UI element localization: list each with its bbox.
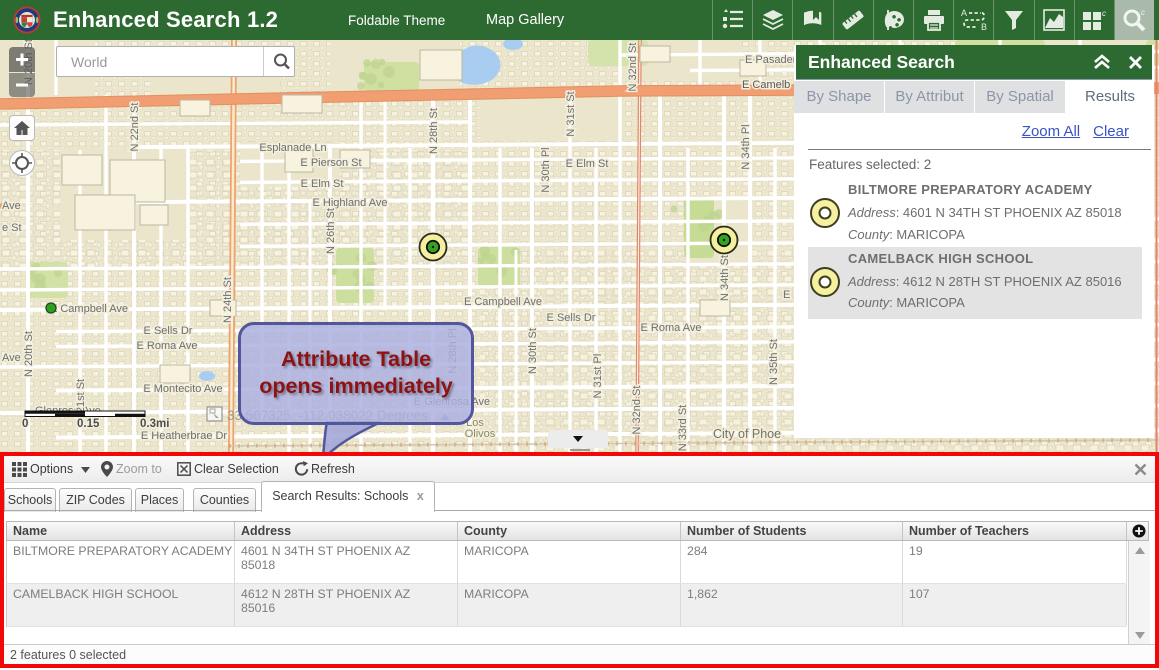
svg-text:E Elm St: E Elm St <box>301 178 344 190</box>
svg-text:0.3mi: 0.3mi <box>140 418 169 430</box>
svg-text:N 32nd St: N 32nd St <box>627 43 639 92</box>
svg-text:N 33rd St: N 33rd St <box>677 405 689 451</box>
svg-text:N 26th St: N 26th St <box>325 208 337 254</box>
svg-text:e St: e St <box>2 222 22 234</box>
svg-text:N 31st St: N 31st St <box>565 91 577 136</box>
svg-text:E Sells Dr: E Sells Dr <box>547 312 596 324</box>
svg-text:E Highland Ave: E Highland Ave <box>312 197 387 209</box>
svg-text:N 28th St: N 28th St <box>428 108 440 154</box>
svg-text:N 31st Pl: N 31st Pl <box>592 354 604 399</box>
svg-text:E Sells Dr: E Sells Dr <box>144 325 193 337</box>
svg-text:N 20th St: N 20th St <box>23 331 35 377</box>
svg-text:E Camelb: E Camelb <box>742 79 790 91</box>
svg-text:E Elm St: E Elm St <box>566 158 609 170</box>
svg-text:Olivos: Olivos <box>465 428 496 440</box>
svg-text:N 32nd St: N 32nd St <box>631 386 643 435</box>
svg-text:0.15: 0.15 <box>77 418 100 430</box>
svg-text:N 34th St: N 34th St <box>719 255 731 301</box>
svg-text:N 30th St: N 30th St <box>527 328 539 374</box>
svg-text:Esplanade Ln: Esplanade Ln <box>259 142 326 154</box>
svg-text:E Heatherbrae Dr: E Heatherbrae Dr <box>141 430 228 442</box>
svg-text:E Montecito Ave: E Montecito Ave <box>143 383 222 395</box>
svg-text:A: A <box>961 8 967 18</box>
svg-text:B: B <box>981 22 987 32</box>
svg-text:N 30th Pl: N 30th Pl <box>540 147 552 192</box>
svg-text:E Roma Ave: E Roma Ave <box>137 340 198 352</box>
svg-text:21st St: 21st St <box>75 379 87 413</box>
svg-text:c: c <box>1102 9 1106 18</box>
svg-text:N 22nd St: N 22nd St <box>129 103 141 152</box>
svg-text:Ave: Ave <box>2 200 21 212</box>
svg-text:c: c <box>1141 8 1145 17</box>
svg-text:Ave: Ave <box>2 352 21 364</box>
svg-text:E Pierson St: E Pierson St <box>300 157 361 169</box>
svg-text:N 35th St: N 35th St <box>768 339 780 385</box>
svg-text:N 34th Pl: N 34th Pl <box>740 124 752 169</box>
svg-text:E Campbell Ave: E Campbell Ave <box>464 296 542 308</box>
svg-text:0: 0 <box>22 418 28 430</box>
svg-text:E: E <box>783 289 790 301</box>
svg-text:N 24th St: N 24th St <box>222 277 234 323</box>
svg-text:E Roma Ave: E Roma Ave <box>641 322 702 334</box>
svg-text:E Campbell Ave: E Campbell Ave <box>50 303 128 315</box>
svg-text:City of Phoe: City of Phoe <box>713 427 781 441</box>
